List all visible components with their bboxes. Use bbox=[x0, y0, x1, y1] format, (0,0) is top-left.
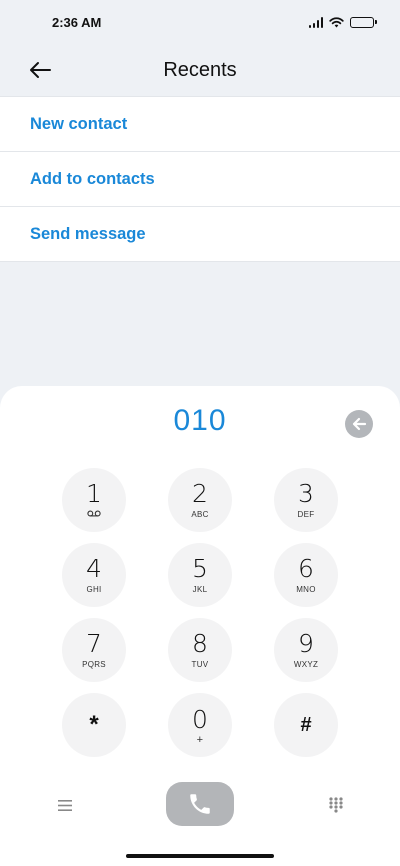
menu-icon bbox=[58, 799, 72, 811]
key-letters: TUV bbox=[191, 659, 209, 669]
status-time: 2:36 AM bbox=[52, 14, 102, 30]
key-letters: PQRS bbox=[82, 659, 106, 669]
send-message-button[interactable]: Send message bbox=[0, 207, 400, 262]
key-digit: 0 bbox=[192, 704, 208, 734]
key-digit: 8 bbox=[192, 628, 208, 658]
home-indicator[interactable] bbox=[126, 854, 274, 858]
arrow-left-icon bbox=[30, 62, 51, 78]
battery-icon bbox=[350, 16, 377, 28]
dialed-number: 010 bbox=[173, 404, 227, 437]
wifi-icon bbox=[329, 16, 344, 27]
dialer-bottom-bar bbox=[0, 782, 400, 830]
key-letters: DEF bbox=[297, 509, 315, 519]
key-hash[interactable]: # bbox=[274, 693, 338, 757]
key-letters: + bbox=[196, 733, 204, 746]
page-title: Recents bbox=[163, 58, 237, 81]
key-letters: GHI bbox=[86, 584, 102, 594]
key-digit: # bbox=[300, 714, 312, 736]
menu-button[interactable] bbox=[50, 790, 80, 820]
key-6[interactable]: 6 MNO bbox=[274, 543, 338, 607]
backspace-button[interactable] bbox=[345, 410, 373, 438]
key-digit: 2 bbox=[192, 478, 208, 508]
action-list: New contact Add to contacts Send message bbox=[0, 96, 400, 262]
header: Recents bbox=[0, 44, 400, 96]
dial-panel: 010 1 2 ABC 3 DEF 4 GHI 5 JKL 6 MNO 7 PQ… bbox=[0, 386, 400, 866]
status-icons bbox=[308, 16, 377, 28]
key-digit: 5 bbox=[192, 553, 208, 583]
key-7[interactable]: 7 PQRS bbox=[62, 618, 126, 682]
key-4[interactable]: 4 GHI bbox=[62, 543, 126, 607]
key-3[interactable]: 3 DEF bbox=[274, 468, 338, 532]
new-contact-button[interactable]: New contact bbox=[0, 97, 400, 152]
key-letters: MNO bbox=[296, 584, 316, 594]
key-digit: 1 bbox=[86, 478, 102, 508]
signal-icon bbox=[308, 16, 323, 28]
key-letters: JKL bbox=[192, 584, 208, 594]
key-digit: 6 bbox=[298, 553, 314, 583]
key-0[interactable]: 0 + bbox=[168, 693, 232, 757]
key-digit: 7 bbox=[86, 628, 102, 658]
dialpad-icon bbox=[329, 797, 343, 813]
key-digit: * bbox=[89, 711, 99, 738]
key-digit: 9 bbox=[298, 628, 314, 658]
call-button[interactable] bbox=[166, 782, 234, 826]
key-star[interactable]: * bbox=[62, 693, 126, 757]
key-9[interactable]: 9 WXYZ bbox=[274, 618, 338, 682]
status-bar: 2:36 AM bbox=[0, 0, 400, 44]
dialpad-toggle-button[interactable] bbox=[321, 790, 351, 820]
backspace-arrow-icon bbox=[352, 417, 367, 431]
key-letters: WXYZ bbox=[293, 659, 319, 669]
back-button[interactable] bbox=[24, 54, 56, 86]
key-5[interactable]: 5 JKL bbox=[168, 543, 232, 607]
key-letters: ABC bbox=[191, 509, 209, 519]
key-1[interactable]: 1 bbox=[62, 468, 126, 532]
add-to-contacts-button[interactable]: Add to contacts bbox=[0, 152, 400, 207]
voicemail-icon bbox=[87, 510, 101, 520]
key-digit: 4 bbox=[86, 553, 102, 583]
phone-icon bbox=[190, 794, 210, 814]
key-digit: 3 bbox=[298, 478, 314, 508]
key-8[interactable]: 8 TUV bbox=[168, 618, 232, 682]
key-2[interactable]: 2 ABC bbox=[168, 468, 232, 532]
